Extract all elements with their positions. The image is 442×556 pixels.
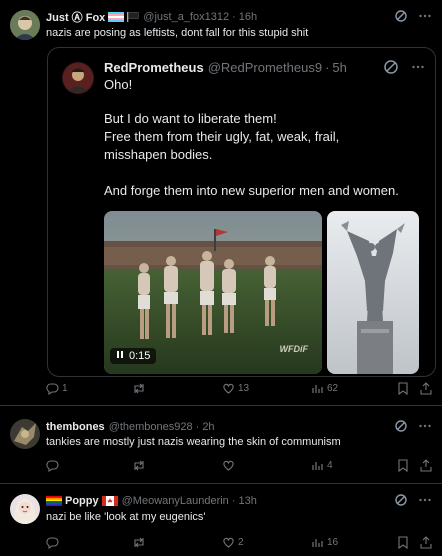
quote-line-4: misshapen bodies. — [104, 147, 213, 162]
share-icon[interactable] — [420, 459, 432, 472]
like-count: 13 — [238, 383, 250, 394]
like-count: 2 — [238, 537, 244, 548]
views-count: 16 — [327, 537, 339, 548]
bookmark-button[interactable] — [397, 382, 409, 395]
more-icon[interactable] — [418, 419, 432, 433]
more-icon[interactable] — [411, 60, 425, 74]
reply-button[interactable] — [46, 459, 62, 472]
views-button[interactable]: 4 — [311, 459, 333, 472]
statue-photo — [327, 211, 419, 374]
more-icon[interactable] — [418, 9, 432, 23]
quote-line-3: Free them from their ugly, fat, weak, fr… — [104, 129, 340, 144]
post-text: nazis are posing as leftists, dont fall … — [46, 27, 309, 39]
bookmark-button[interactable] — [397, 536, 409, 549]
reply-button[interactable]: 1 — [46, 382, 68, 395]
timestamp[interactable]: 16h — [239, 11, 257, 23]
grok-icon[interactable] — [383, 59, 399, 75]
avatar[interactable] — [10, 494, 40, 524]
author-name[interactable]: Poppy — [65, 495, 99, 507]
views-icon[interactable] — [311, 459, 324, 472]
quote-line-5: And forge them into new superior men and… — [104, 183, 399, 198]
quote-line-1: Oho! — [104, 77, 133, 92]
repost-icon[interactable] — [132, 382, 146, 395]
post-text: tankies are mostly just nazis wearing th… — [46, 436, 341, 448]
reply-icon[interactable] — [46, 382, 59, 395]
quoted-author-handle[interactable]: @RedPrometheus9 — [208, 60, 322, 75]
quoted-avatar[interactable] — [62, 62, 94, 94]
trans-flag-icon — [108, 12, 125, 22]
bookmark-icon[interactable] — [397, 459, 409, 472]
separator: · — [232, 11, 236, 23]
repost-icon[interactable] — [132, 459, 146, 472]
bookmark-button[interactable] — [397, 459, 409, 472]
post-poppy[interactable]: Poppy @MeowanyLaunderin · 13h nazi be li… — [0, 484, 442, 556]
rainbow-flag-icon — [46, 496, 62, 506]
timestamp[interactable]: 2h — [202, 421, 214, 433]
repost-button[interactable] — [132, 536, 149, 549]
repost-button[interactable] — [132, 459, 149, 472]
views-icon[interactable] — [311, 536, 324, 549]
avatar[interactable] — [10, 10, 40, 40]
author-name[interactable]: Just Ⓐ Fox — [46, 9, 105, 25]
quoted-timestamp[interactable]: 5h — [332, 60, 346, 75]
quote-line-2: But I do want to liberate them! — [104, 111, 277, 126]
post-just-a-fox[interactable]: Just Ⓐ Fox @just_a_fox1312 · 16h nazis a… — [0, 0, 442, 406]
separator: · — [195, 421, 200, 433]
views-button[interactable]: 62 — [311, 382, 338, 395]
reply-icon[interactable] — [46, 536, 59, 549]
like-button[interactable]: 2 — [222, 536, 244, 549]
author-handle[interactable]: @MeowanyLaunderin — [122, 495, 229, 507]
canada-flag-icon — [101, 496, 118, 506]
author-name[interactable]: thembones — [46, 421, 105, 433]
black-flag-icon — [127, 12, 139, 22]
like-icon[interactable] — [222, 536, 235, 549]
post-text: nazi be like 'look at my eugenics' — [46, 511, 206, 523]
views-count: 4 — [327, 460, 333, 471]
share-icon[interactable] — [420, 536, 432, 549]
like-button[interactable] — [222, 459, 238, 472]
reply-count: 1 — [62, 383, 68, 394]
video-time-badge[interactable]: 0:15 — [110, 348, 157, 364]
like-button[interactable]: 13 — [222, 382, 249, 395]
share-icon[interactable] — [420, 382, 432, 395]
repost-icon[interactable] — [132, 536, 146, 549]
video-thumbnail[interactable]: WFDiF 0:15 — [104, 211, 322, 374]
more-icon[interactable] — [418, 493, 432, 507]
avatar[interactable] — [10, 419, 40, 449]
grok-icon[interactable] — [394, 493, 408, 507]
like-icon[interactable] — [222, 382, 235, 395]
separator: · — [231, 495, 236, 507]
author-handle[interactable]: @just_a_fox1312 — [143, 11, 229, 23]
like-icon[interactable] — [222, 459, 235, 472]
grok-icon[interactable] — [394, 419, 408, 433]
timestamp[interactable]: 13h — [238, 495, 256, 507]
author-handle[interactable]: @thembones928 — [109, 421, 193, 433]
bookmark-icon[interactable] — [397, 536, 409, 549]
post-thembones[interactable]: thembones @thembones928 · 2h tankies are… — [0, 406, 442, 484]
quoted-post[interactable]: RedPrometheus @RedPrometheus9 · 5h Oho! … — [47, 47, 436, 377]
share-button[interactable] — [420, 382, 432, 395]
reply-icon[interactable] — [46, 459, 59, 472]
separator: · — [325, 59, 330, 75]
reply-button[interactable] — [46, 536, 62, 549]
repost-button[interactable] — [132, 382, 149, 395]
views-icon[interactable] — [311, 382, 324, 395]
video-duration: 0:15 — [129, 350, 151, 362]
share-button[interactable] — [420, 536, 432, 549]
views-count: 62 — [327, 383, 339, 394]
share-button[interactable] — [420, 459, 432, 472]
grok-icon[interactable] — [394, 9, 408, 23]
play-pause-icon[interactable] — [116, 350, 124, 362]
statue-image[interactable] — [327, 211, 419, 374]
views-button[interactable]: 16 — [311, 536, 338, 549]
video-watermark: WFDiF — [279, 344, 309, 354]
quoted-author-name[interactable]: RedPrometheus — [104, 60, 204, 75]
bookmark-icon[interactable] — [397, 382, 409, 395]
